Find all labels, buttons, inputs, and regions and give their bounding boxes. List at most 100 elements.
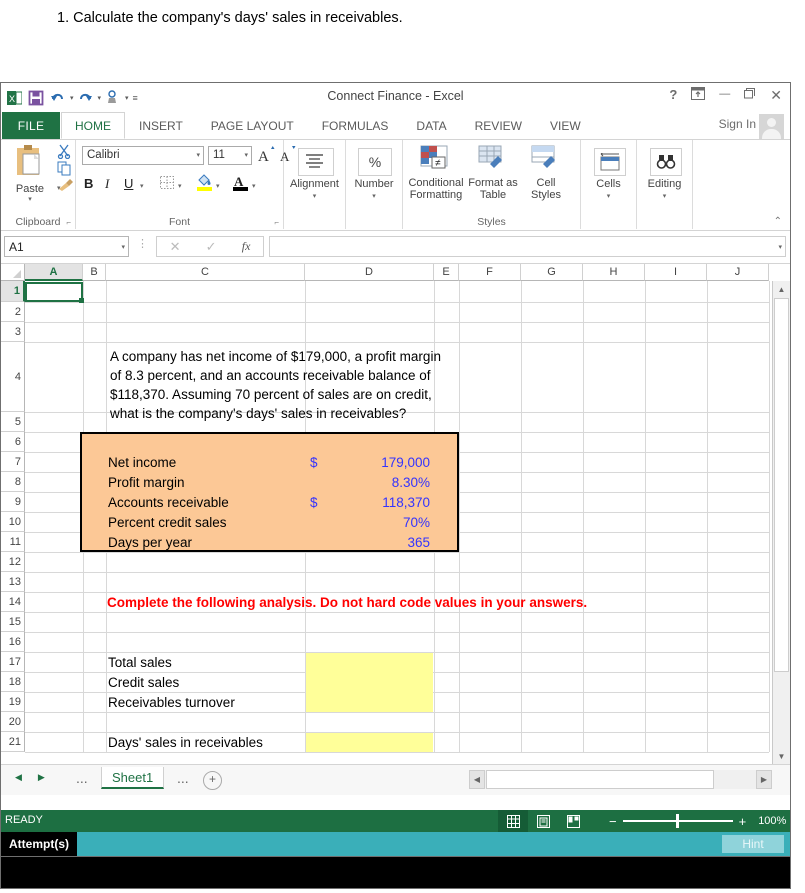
row-header-15[interactable]: 15	[1, 612, 25, 632]
tab-formulas[interactable]: FORMULAS	[308, 112, 403, 139]
editing-button[interactable]	[650, 148, 682, 176]
row-header-16[interactable]: 16	[1, 632, 25, 652]
help-icon[interactable]: ?	[669, 88, 677, 101]
tab-review[interactable]: REVIEW	[461, 112, 536, 139]
fill-color-dropdown-caret-icon[interactable]: ▾	[216, 182, 220, 190]
minimize-icon[interactable]: —	[719, 89, 730, 100]
column-header-C[interactable]: C	[106, 264, 305, 281]
normal-view-button[interactable]	[498, 810, 528, 832]
sheet-next-button[interactable]: ▶	[38, 772, 45, 783]
font-color-dropdown-caret-icon[interactable]: ▾	[252, 182, 256, 190]
zoom-slider[interactable]	[622, 814, 733, 828]
cells-dropdown-caret-icon[interactable]: ▾	[581, 192, 636, 200]
copy-button[interactable]: ▾	[57, 161, 75, 192]
vertical-scroll-thumb[interactable]	[774, 298, 789, 672]
row-header-11[interactable]: 11	[1, 532, 25, 552]
row-header-13[interactable]: 13	[1, 572, 25, 592]
formula-input[interactable]: ▾	[269, 236, 786, 257]
horizontal-scrollbar[interactable]: ◀ ▶	[469, 770, 772, 789]
collapse-ribbon-button[interactable]: ⌃	[774, 216, 782, 227]
font-size-combobox[interactable]: 11 ▾	[208, 146, 252, 165]
selected-cell-A1[interactable]	[25, 282, 84, 303]
cells-button[interactable]	[594, 148, 626, 176]
zoom-out-button[interactable]: −	[609, 814, 617, 829]
zoom-slider-thumb[interactable]	[675, 814, 679, 828]
close-icon[interactable]: ✕	[770, 88, 782, 102]
name-box[interactable]: A1 ▾	[4, 236, 129, 257]
cancel-entry-icon[interactable]: ✕	[170, 239, 181, 255]
scroll-down-button[interactable]: ▼	[773, 748, 790, 764]
alignment-dropdown-caret-icon[interactable]: ▾	[284, 192, 345, 200]
add-sheet-button[interactable]: +	[203, 771, 222, 790]
row-header-4[interactable]: 4	[1, 342, 25, 412]
confirm-entry-icon[interactable]: ✓	[206, 239, 217, 255]
font-color-button[interactable]: A	[232, 173, 249, 196]
hscroll-left-button[interactable]: ◀	[469, 770, 485, 789]
tab-home[interactable]: HOME	[61, 112, 125, 139]
row-header-9[interactable]: 9	[1, 492, 25, 512]
tab-page-layout[interactable]: PAGE LAYOUT	[197, 112, 308, 139]
tab-file[interactable]: FILE	[2, 112, 60, 139]
row-header-10[interactable]: 10	[1, 512, 25, 532]
hint-button[interactable]: Hint	[722, 835, 784, 853]
font-dialog-launcher[interactable]: ⌐	[274, 218, 279, 227]
column-header-A[interactable]: A	[25, 264, 83, 281]
borders-dropdown-caret-icon[interactable]: ▾	[178, 182, 182, 190]
select-all-button[interactable]	[1, 264, 25, 281]
ribbon-display-options-icon[interactable]	[691, 87, 706, 102]
zoom-in-button[interactable]: +	[739, 814, 747, 829]
tab-view[interactable]: VIEW	[536, 112, 595, 139]
problem-statement-cell[interactable]: A company has net income of $179,000, a …	[107, 343, 457, 421]
row-header-6[interactable]: 6	[1, 432, 25, 452]
cut-button[interactable]	[57, 144, 75, 161]
horizontal-scroll-thumb[interactable]	[486, 770, 714, 789]
vertical-scrollbar[interactable]: ▲ ▼	[772, 281, 790, 764]
underline-dropdown-caret-icon[interactable]: ▾	[140, 182, 144, 190]
underline-button[interactable]: U	[124, 176, 133, 191]
tab-data[interactable]: DATA	[402, 112, 460, 139]
number-dropdown-caret-icon[interactable]: ▾	[346, 192, 402, 200]
fill-handle[interactable]	[79, 298, 84, 303]
number-format-button[interactable]: %	[358, 148, 392, 176]
tab-insert[interactable]: INSERT	[125, 112, 197, 139]
row-header-19[interactable]: 19	[1, 692, 25, 712]
avatar[interactable]	[759, 114, 784, 139]
column-header-F[interactable]: F	[459, 264, 521, 281]
column-header-G[interactable]: G	[521, 264, 583, 281]
hscroll-right-button[interactable]: ▶	[756, 770, 772, 789]
font-size-caret-icon[interactable]: ▾	[244, 151, 248, 159]
answer-fill-block-1[interactable]	[306, 653, 433, 712]
name-box-caret-icon[interactable]: ▾	[121, 243, 125, 251]
restore-icon[interactable]	[744, 88, 756, 101]
font-family-combobox[interactable]: Calibri ▾	[82, 146, 204, 165]
spreadsheet-grid[interactable]: A B C D E F G H I J 1 2 3 4 5 6 7 8 9 10…	[1, 264, 790, 764]
row-header-17[interactable]: 17	[1, 652, 25, 672]
row-header-7[interactable]: 7	[1, 452, 25, 472]
alignment-button[interactable]	[298, 148, 334, 176]
page-break-view-button[interactable]	[558, 810, 588, 832]
copy-dropdown-caret-icon[interactable]: ▾	[57, 185, 61, 192]
zoom-control[interactable]: − + 100%	[609, 810, 786, 832]
column-header-E[interactable]: E	[434, 264, 459, 281]
font-family-caret-icon[interactable]: ▾	[196, 151, 200, 159]
bold-button[interactable]: B	[84, 176, 93, 191]
paste-dropdown-caret-icon[interactable]: ▾	[7, 195, 53, 203]
conditional-formatting-button[interactable]: ≠ Conditional Formatting	[407, 144, 465, 201]
row-header-20[interactable]: 20	[1, 712, 25, 732]
cell-styles-button[interactable]: Cell Styles	[521, 144, 571, 201]
editing-dropdown-caret-icon[interactable]: ▾	[637, 192, 692, 200]
column-header-B[interactable]: B	[83, 264, 106, 281]
sign-in-link[interactable]: Sign In	[719, 117, 756, 131]
column-header-I[interactable]: I	[645, 264, 707, 281]
row-header-8[interactable]: 8	[1, 472, 25, 492]
row-header-3[interactable]: 3	[1, 322, 25, 342]
format-as-table-button[interactable]: Format as Table	[466, 144, 520, 201]
column-header-D[interactable]: D	[305, 264, 434, 281]
row-header-21[interactable]: 21	[1, 732, 25, 752]
borders-button[interactable]	[160, 176, 175, 195]
page-layout-view-button[interactable]	[528, 810, 558, 832]
row-header-1[interactable]: 1	[1, 281, 25, 302]
column-header-J[interactable]: J	[707, 264, 769, 281]
insert-function-icon[interactable]: fx	[242, 239, 251, 254]
increase-font-size-button[interactable]: A	[258, 145, 277, 170]
